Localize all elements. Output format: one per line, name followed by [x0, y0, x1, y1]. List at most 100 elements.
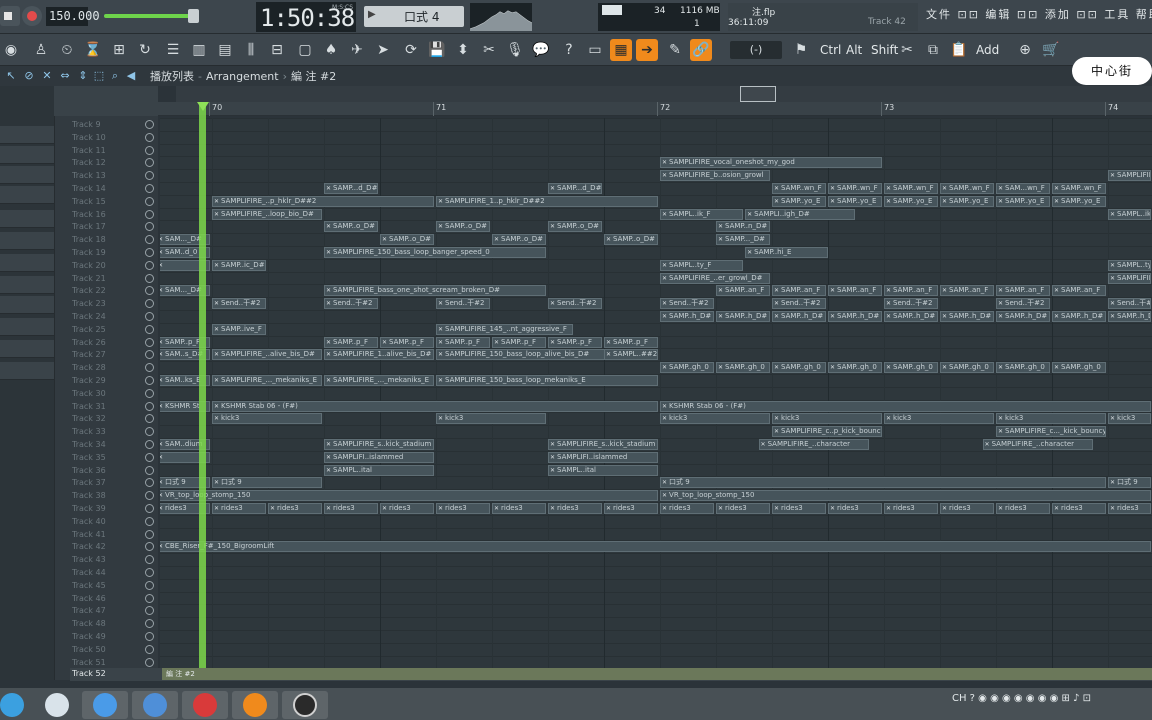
track-mute-button[interactable] [145, 580, 154, 590]
pattern-clip[interactable]: SAMP..h_D# [1052, 311, 1106, 322]
pattern-clip[interactable]: SAMP..yo_E [772, 195, 826, 207]
zoom-icon[interactable]: ⌕ [108, 69, 122, 83]
pattern-clip[interactable]: kick3 [884, 413, 994, 425]
pattern-clip[interactable]: kick3 [660, 413, 770, 425]
track-52-clip[interactable]: 編 注 #2 [162, 668, 1152, 680]
pattern-clip[interactable]: SAMP..wn_F [884, 183, 938, 194]
panel-icon[interactable]: ▭ [584, 39, 606, 61]
pattern-clip[interactable]: SAMPLIFI..islammed [548, 451, 658, 463]
countdown-icon[interactable]: ⌛ [82, 39, 104, 61]
pattern-clip[interactable]: CBE_Riser_F#_150_BigroomLift [160, 541, 1151, 553]
pattern-clip[interactable]: SAMPLIFIRE_c..._kick_bouncy [996, 426, 1106, 438]
browser-item[interactable] [0, 362, 54, 380]
ctrl-key[interactable]: Ctrl [818, 40, 843, 60]
playlist-grid[interactable]: SAMPLIFIRE_vocal_oneshot_my_godSAMPLIFIR… [160, 118, 1152, 678]
overview-viewport[interactable] [740, 86, 776, 102]
pattern-clip[interactable]: Send..干#2 [436, 298, 490, 310]
brush-icon[interactable]: ✎ [664, 39, 686, 61]
pattern-clip[interactable]: SAMP..wn_F [772, 183, 826, 194]
cut-icon[interactable]: ✂ [896, 39, 918, 61]
track-mute-button[interactable] [145, 516, 154, 526]
track-mute-button[interactable] [145, 337, 154, 347]
pattern-clip[interactable]: rides3 [884, 503, 938, 514]
pattern-clip[interactable]: SAMP..h_D# [772, 311, 826, 322]
track-mute-button[interactable] [145, 644, 154, 654]
pattern-clip[interactable]: 口式 9 [1108, 477, 1151, 489]
pattern-clip[interactable]: rides3 [1052, 503, 1106, 514]
timeline-ruler[interactable]: 70 71 72 73 74 [158, 102, 1152, 116]
track-mute-button[interactable] [145, 145, 154, 155]
pattern-clip[interactable]: SAMP..gh_0 [884, 362, 938, 374]
browser-item[interactable] [0, 318, 54, 336]
pattern-clip[interactable]: SAMPLIFIRE_b..osion_growl [660, 170, 770, 182]
pattern-clip[interactable]: SAMPLIFIRE_vocal_oneshot_my_god [660, 157, 882, 169]
pattern-selector[interactable]: 口式 4 [364, 6, 464, 27]
pattern-clip[interactable]: rides3 [212, 503, 266, 514]
pattern-clip[interactable]: SAMP..p_F [436, 336, 490, 348]
alt-key[interactable]: Alt [844, 40, 864, 60]
pattern-clip[interactable]: SAMPL..ik [1108, 208, 1151, 220]
help-icon[interactable]: ? [558, 39, 580, 61]
track-mute-button[interactable] [145, 452, 154, 462]
pattern-clip[interactable]: 口式 9 [660, 477, 1106, 489]
pattern-clip[interactable]: SAMP..p_F [324, 336, 378, 348]
pattern-clip[interactable]: SAMPL..ik_F [660, 208, 744, 220]
pattern-clip[interactable]: Send..干#2 [1108, 298, 1151, 310]
pattern-clip[interactable]: SAMP..wn_F [828, 183, 882, 194]
playhead-marker[interactable] [197, 102, 209, 111]
pattern-clip[interactable]: SAMPLIFI..islammed [324, 451, 434, 463]
pattern-clip[interactable]: SAMPLIFIRE_150_bass_loop_banger_speed_0 [324, 247, 546, 258]
playback-icon[interactable]: ◀ [124, 69, 138, 83]
pattern-clip[interactable]: SAMP...d_D# [324, 183, 378, 194]
track-mute-button[interactable] [145, 184, 154, 193]
pattern-clip[interactable]: SAMPLIFIRE_1..alive_bis_D# [324, 349, 434, 361]
taskbar-app-2[interactable] [34, 691, 80, 719]
pattern-clip[interactable]: SAMPLIFIRE_..._mekaniks_E [212, 375, 322, 386]
pattern-clip[interactable]: rides3 [716, 503, 770, 514]
pattern-clip[interactable]: rides3 [828, 503, 882, 514]
master-volume-handle[interactable] [188, 9, 199, 23]
taskbar-obs[interactable] [282, 691, 328, 719]
browser-item[interactable] [0, 232, 54, 250]
mixer-icon[interactable]: ⫼ [240, 39, 262, 61]
pattern-clip[interactable]: SAMPLIFIRE [1108, 170, 1151, 182]
microphone-icon[interactable]: 🎙 [504, 39, 526, 61]
playhead[interactable] [199, 102, 206, 680]
pattern-clip[interactable]: rides3 [940, 503, 994, 514]
pattern-clip[interactable]: SAMP..o_D# [380, 234, 434, 246]
pattern-clip[interactable]: SAMP..h_D# [1108, 311, 1151, 322]
track-mute-button[interactable] [145, 209, 154, 219]
pattern-clip[interactable]: SAMPL..ital [548, 464, 658, 476]
shop-icon[interactable]: 🛒 [1040, 39, 1062, 61]
step-edit-icon[interactable]: ⊞ [108, 39, 130, 61]
pattern-clip[interactable]: rides3 [436, 503, 490, 514]
pattern-clip[interactable]: SAMP..o_D# [436, 221, 490, 233]
pattern-clip[interactable]: Send..干#2 [996, 298, 1050, 310]
send-icon[interactable]: ➤ [372, 39, 394, 61]
pattern-clip[interactable]: Send..干#2 [884, 298, 938, 310]
pattern-clip[interactable]: SAMPLIFIRE_145_..nt_aggressive_F [436, 323, 573, 335]
pattern-clip[interactable]: SAMP..gh_0 [772, 362, 826, 374]
pattern-clip[interactable]: SAMPLIFIRE_s..kick_stadium [548, 439, 658, 450]
track-mute-button[interactable] [145, 132, 154, 142]
track-mute-button[interactable] [145, 401, 154, 411]
pattern-clip[interactable]: Send..干#2 [772, 298, 826, 310]
taskbar-fl-studio[interactable] [232, 691, 278, 719]
track-mute-button[interactable] [145, 120, 154, 129]
pattern-clip[interactable]: SAMPLIFIR [1108, 272, 1151, 284]
playlist-overview[interactable] [176, 86, 1152, 102]
pattern-clip[interactable]: SAMP..o_D# [604, 234, 658, 246]
pattern-clip[interactable]: SAMPLIFIRE_bass_one_shot_scream_broken_D… [324, 285, 546, 297]
pattern-clip[interactable]: SAMP..h_D# [660, 311, 714, 322]
pattern-clip[interactable]: SAMP..o_D# [492, 234, 546, 246]
pattern-clip[interactable]: SAMP..wn_F [940, 183, 994, 194]
browser-item[interactable] [0, 146, 54, 164]
pattern-clip[interactable]: SAMP..p_F [380, 336, 434, 348]
pattern-clip[interactable]: SAMP..yo_E [996, 195, 1050, 207]
pattern-clip[interactable]: SAMP..h_D# [716, 311, 770, 322]
file-icon[interactable]: ▢ [294, 39, 316, 61]
browser-icon[interactable]: ⊟ [266, 39, 288, 61]
pattern-clip[interactable]: KSHMR Stab 06 - (F#) [660, 400, 1151, 412]
breadcrumb-pattern[interactable]: 編 注 #2 [291, 70, 336, 83]
taskbar-app-3[interactable] [82, 691, 128, 719]
